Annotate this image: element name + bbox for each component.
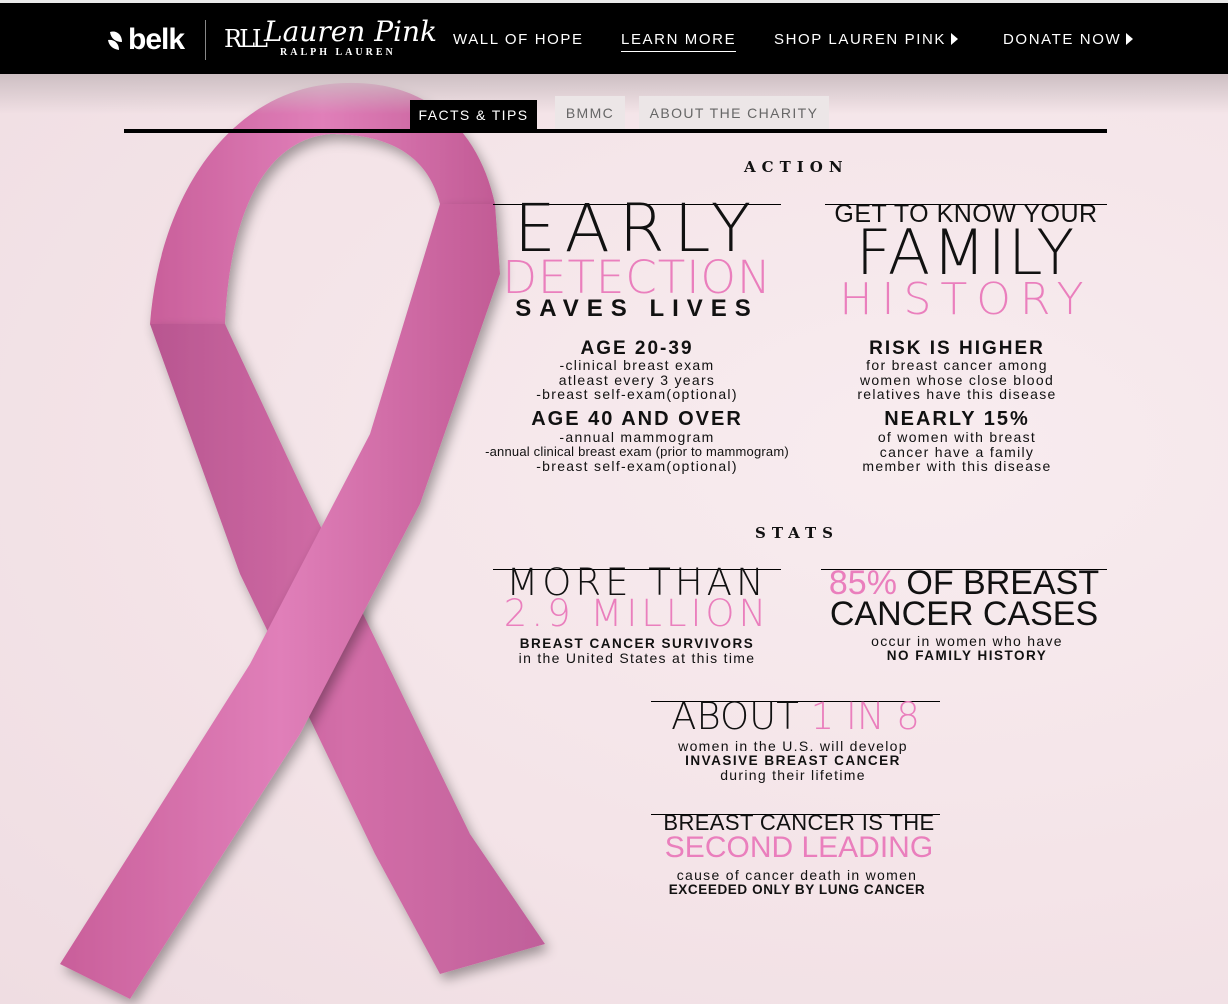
tab-bmmc[interactable]: BMMC bbox=[555, 96, 625, 130]
cases-text: occur in women who have bbox=[871, 633, 1063, 649]
nav-donate-label: DONATE NOW bbox=[1003, 31, 1122, 48]
rll-logo-mark: RLL bbox=[224, 25, 268, 53]
nav-shop-lauren-pink[interactable]: SHOP LAUREN PINK bbox=[774, 31, 959, 48]
about-word: ABOUT bbox=[671, 695, 811, 738]
about-1-in-8-heading: ABOUT 1 IN 8 bbox=[651, 697, 940, 737]
about-text: women in the U.S. will develop bbox=[678, 738, 908, 754]
nav-donate-now[interactable]: DONATE NOW bbox=[1003, 31, 1134, 48]
age-40-text: -annual mammogram -annual clinical breas… bbox=[463, 430, 811, 473]
survivors-count: 2.9 MILLION bbox=[503, 592, 771, 635]
second-leading-text: cause of cancer death in women bbox=[676, 867, 918, 883]
nearly-15-line: of women with breast bbox=[877, 429, 1037, 445]
belk-wordmark: belk bbox=[128, 23, 185, 56]
age-40-line: -breast self-exam(optional) bbox=[536, 457, 738, 474]
nav-shop-label: SHOP LAUREN PINK bbox=[774, 31, 947, 48]
lauren-pink-logo[interactable]: Lauren Pink bbox=[264, 15, 437, 48]
second-leading-bold: EXCEEDED ONLY BY LUNG CANCER bbox=[668, 882, 926, 897]
risk-line: for breast cancer among bbox=[866, 357, 1048, 373]
nearly-15-line: cancer have a family bbox=[879, 443, 1035, 460]
detection-heading: DETECTION bbox=[502, 251, 772, 304]
page: belk RLL Lauren Pink RALPH LAUREN WALL O… bbox=[0, 0, 1228, 1004]
survivors-bold: BREAST CANCER SURVIVORS bbox=[519, 636, 755, 651]
top-navigation-bar: belk RLL Lauren Pink RALPH LAUREN WALL O… bbox=[0, 0, 1228, 74]
one-in-eight: 1 IN 8 bbox=[810, 695, 920, 738]
age-20-39-line: -clinical breast exam bbox=[559, 357, 715, 373]
play-arrow-icon bbox=[951, 33, 959, 45]
nav-learn-more[interactable]: LEARN MORE bbox=[621, 31, 737, 52]
stats-heading: STATS bbox=[755, 524, 839, 542]
belk-leaf-icon bbox=[108, 31, 122, 50]
ralph-lauren-wordmark: RALPH LAUREN bbox=[280, 47, 396, 58]
age-20-39-line: atleast every 3 years bbox=[558, 371, 716, 388]
second-leading-pink: SECOND LEADING bbox=[664, 831, 934, 864]
belk-logo[interactable]: belk bbox=[106, 23, 185, 57]
play-arrow-icon bbox=[1126, 33, 1134, 45]
history-heading: HISTORY bbox=[839, 274, 1093, 325]
action-heading: ACTION bbox=[744, 158, 849, 176]
risk-text: for breast cancer among women whose clos… bbox=[816, 358, 1098, 402]
nearly-15-heading: NEARLY 15% bbox=[884, 408, 1030, 430]
age-20-39-line: -breast self-exam(optional) bbox=[536, 386, 738, 402]
risk-line: women whose close blood bbox=[859, 371, 1055, 388]
age-40-line: -annual clinical breast exam (prior to m… bbox=[485, 443, 789, 459]
nearly-15-line: member with this disease bbox=[862, 458, 1052, 474]
cases-heading-2: CANCER CASES bbox=[829, 595, 1099, 633]
about-bold: INVASIVE BREAST CANCER bbox=[685, 753, 901, 768]
about-text-2: during their lifetime bbox=[720, 767, 866, 783]
age-40-line: -annual mammogram bbox=[559, 429, 715, 445]
tab-facts-tips[interactable]: FACTS & TIPS bbox=[410, 100, 537, 130]
nearly-15-text: of women with breast cancer have a famil… bbox=[816, 430, 1098, 474]
nav-wall-of-hope[interactable]: WALL OF HOPE bbox=[453, 31, 584, 48]
survivors-text: in the United States at this time bbox=[518, 650, 756, 666]
risk-line: relatives have this disease bbox=[857, 386, 1057, 402]
logo-divider bbox=[205, 20, 206, 60]
age-20-39-text: -clinical breast exam atleast every 3 ye… bbox=[493, 358, 781, 402]
tab-underline bbox=[124, 129, 1107, 133]
saves-lives-heading: SAVES LIVES bbox=[515, 295, 759, 322]
tab-about-the-charity[interactable]: ABOUT THE CHARITY bbox=[639, 96, 829, 130]
cases-bold: NO FAMILY HISTORY bbox=[886, 648, 1048, 663]
age-40-heading: AGE 40 AND OVER bbox=[531, 408, 743, 430]
